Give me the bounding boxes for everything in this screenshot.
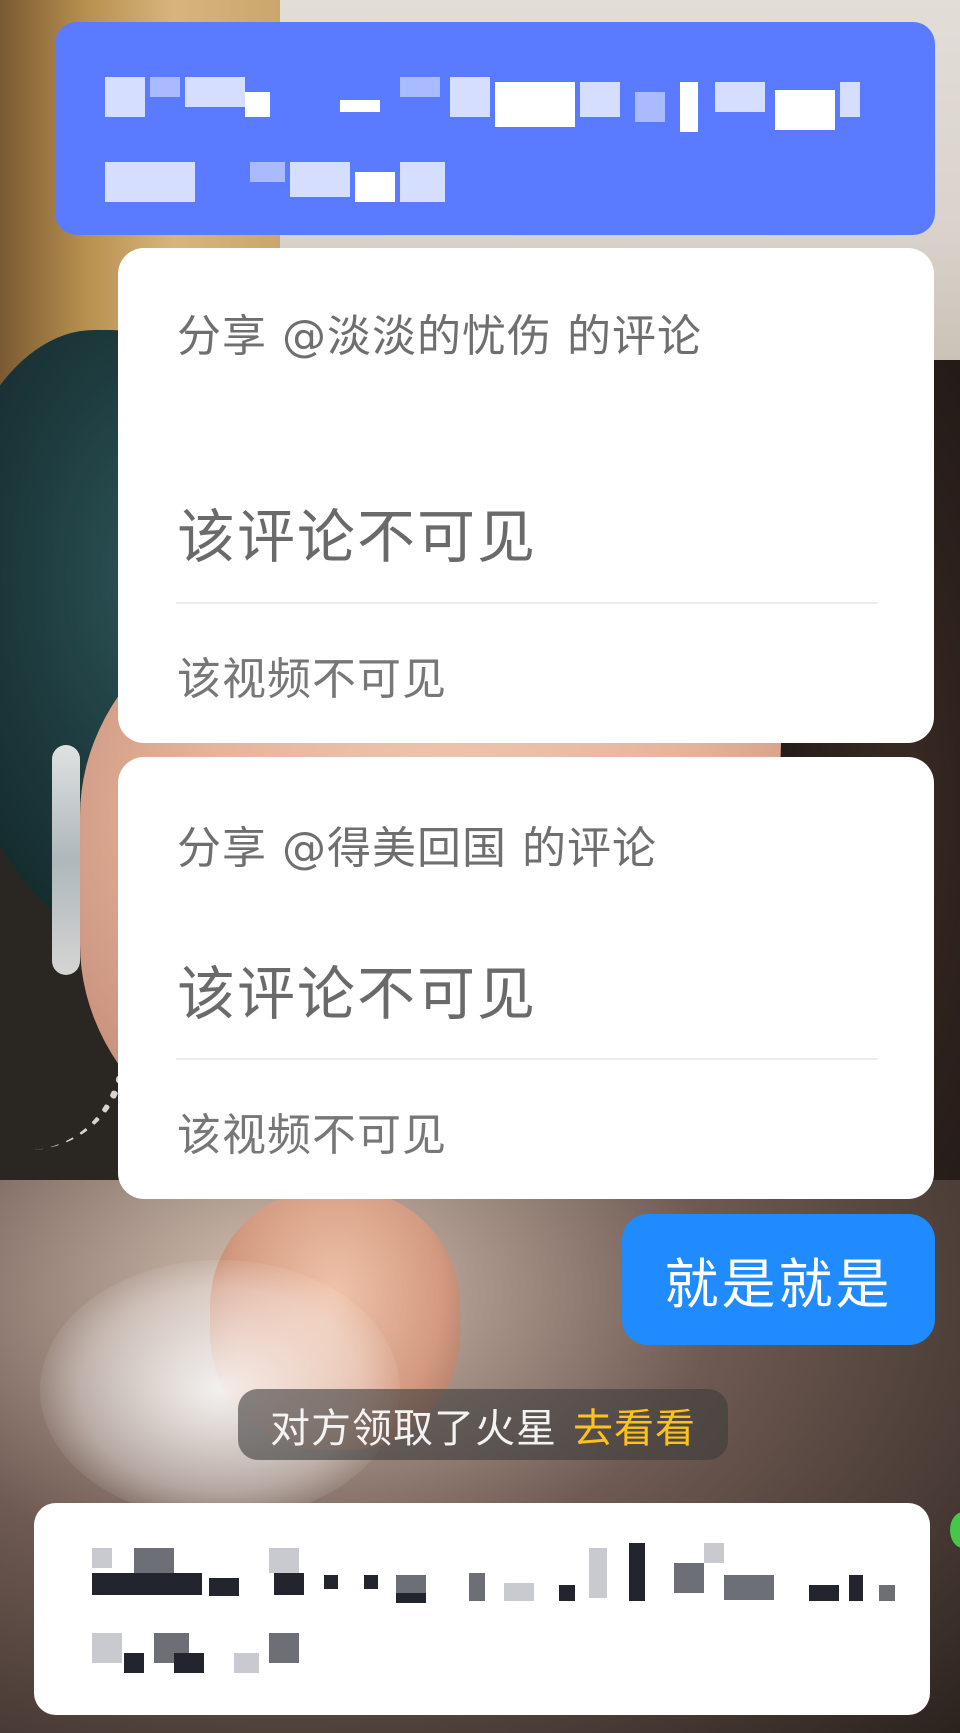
go-look-link[interactable]: 去看看 (573, 1396, 696, 1454)
sent-message-bubble[interactable]: 就是就是 (622, 1214, 935, 1345)
shared-comment-card[interactable]: 分享 @得美回国 的评论 该评论不可见 该视频不可见 (118, 757, 934, 1199)
comment-unavailable-text: 该评论不可见 (177, 960, 538, 1028)
share-label: 分享 @得美回国 的评论 (177, 823, 657, 874)
shared-comment-card[interactable]: 分享 @淡淡的忧伤 的评论 该评论不可见 该视频不可见 (118, 248, 934, 743)
system-notice-text: 对方领取了火星 (270, 1405, 557, 1452)
blurred-message-bubble-top[interactable] (55, 22, 935, 235)
share-label: 分享 @淡淡的忧伤 的评论 (177, 311, 702, 362)
video-unavailable-text: 该视频不可见 (177, 654, 447, 705)
blurred-message-bubble-bottom[interactable] (34, 1503, 930, 1715)
system-notice: 对方领取了火星 去看看 (238, 1389, 728, 1460)
comment-unavailable-text: 该评论不可见 (177, 503, 538, 571)
video-unavailable-text: 该视频不可见 (177, 1110, 447, 1161)
card-divider (176, 602, 878, 604)
sent-message-text: 就是就是 (664, 1253, 893, 1316)
card-divider (176, 1058, 878, 1060)
bg-pearls (0, 930, 128, 1150)
